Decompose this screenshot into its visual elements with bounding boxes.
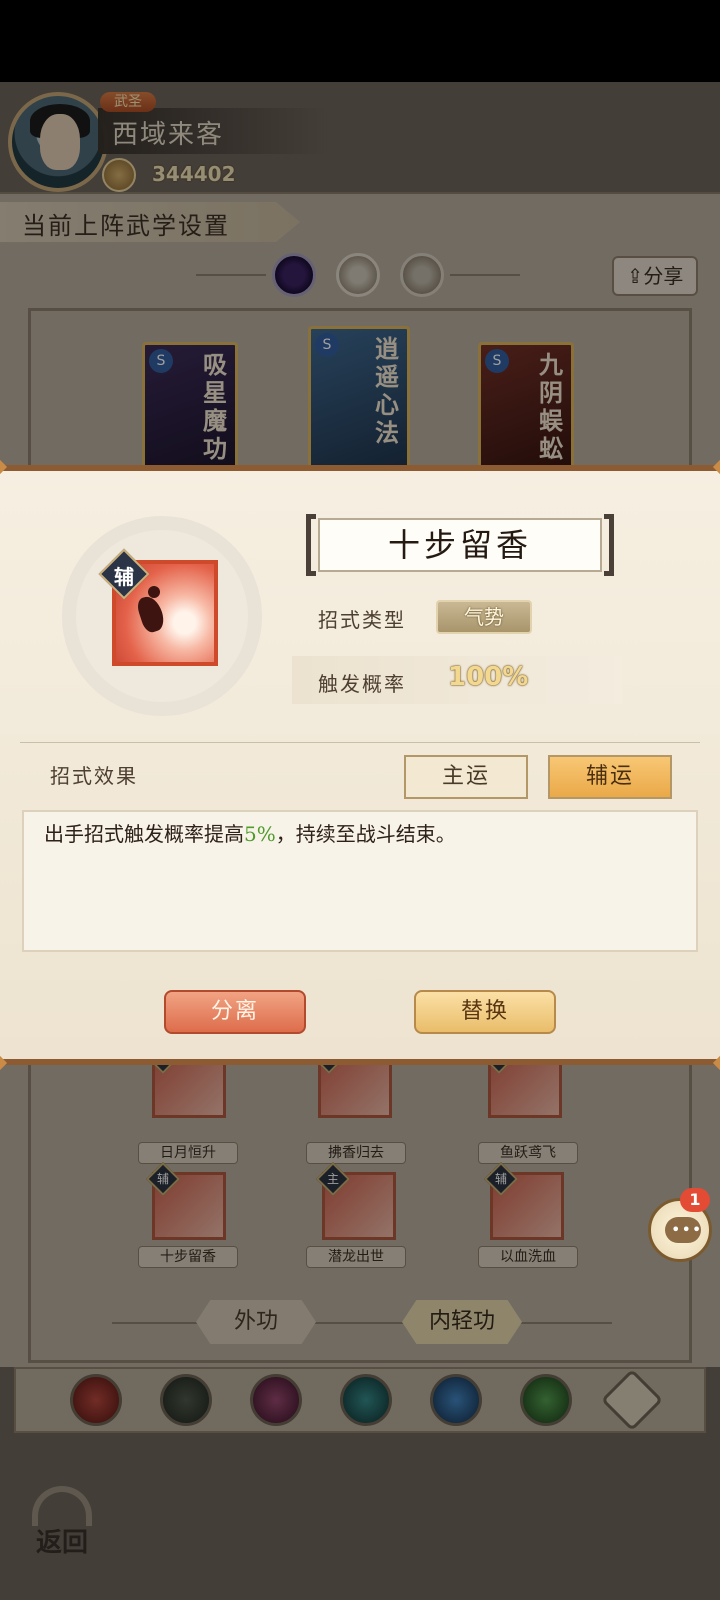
skill-name: 潜龙出世	[306, 1246, 406, 1268]
martial-card[interactable]: S 吸星魔功	[142, 342, 238, 470]
share-button[interactable]: ⇪分享	[612, 256, 698, 296]
player-name: 西域来客	[112, 120, 225, 150]
martial-card[interactable]: S 九阴蜈蚣	[478, 342, 574, 470]
skill-name-frame: 十步留香	[306, 514, 614, 576]
fan-icon[interactable]	[340, 1374, 392, 1426]
replace-button[interactable]: 替换	[414, 990, 556, 1034]
blade-icon[interactable]	[160, 1374, 212, 1426]
share-label: 分享	[643, 264, 684, 288]
skill-name: 十步留香	[318, 518, 602, 572]
power-value: 344402	[152, 162, 236, 186]
bracket-left	[306, 514, 316, 576]
type-label: 招式类型	[318, 608, 406, 632]
skill-name: 十步留香	[138, 1246, 238, 1268]
modal-divider	[20, 742, 700, 743]
card-name: 九阴蜈蚣	[539, 350, 563, 463]
skill-name: 拂香归去	[306, 1142, 406, 1164]
section-title: 当前上阵武学设置	[22, 212, 230, 240]
back-label: 返回	[36, 1528, 89, 1558]
card-name: 吸星魔功	[203, 350, 227, 463]
avatar-face	[40, 114, 80, 170]
skill-name: 日月恒升	[138, 1142, 238, 1164]
loadout-slot-2[interactable]	[336, 253, 380, 297]
staff-icon[interactable]	[520, 1374, 572, 1426]
chat-dots: •••	[671, 1220, 703, 1239]
effect-highlight: 5%	[244, 822, 276, 846]
martial-card[interactable]: S 逍遥心法	[308, 326, 410, 470]
skill-slot[interactable]: 辅	[484, 1162, 564, 1240]
effect-text: 出手招式触发概率提高5%，持续至战斗结束。	[44, 822, 456, 846]
back-button[interactable]: 返回	[32, 1486, 102, 1558]
card-grade-badge: S	[485, 349, 509, 373]
card-grade-badge: S	[149, 349, 173, 373]
skill-slot[interactable]: 主	[316, 1162, 396, 1240]
power-icon	[102, 158, 136, 192]
player-avatar[interactable]	[8, 92, 108, 192]
player-title-badge: 武圣	[100, 92, 156, 112]
set-line-right	[450, 274, 520, 276]
yinyang-icon[interactable]	[430, 1374, 482, 1426]
set-line-left	[196, 274, 266, 276]
prob-value: 100%	[448, 662, 529, 692]
tab-divider	[112, 1322, 612, 1324]
separate-button[interactable]: 分离	[164, 990, 306, 1034]
skill-name: 鱼跃鸢飞	[478, 1142, 578, 1164]
effect-label: 招式效果	[50, 764, 138, 788]
tab-neiqinggong[interactable]: 内轻功	[402, 1300, 522, 1344]
back-arrow-icon	[32, 1486, 92, 1526]
type-value-badge: 气势	[436, 600, 532, 634]
fist-icon[interactable]	[250, 1374, 302, 1426]
card-name: 逍遥心法	[375, 334, 399, 447]
bracket-right	[604, 514, 614, 576]
prob-label: 触发概率	[318, 672, 406, 696]
chat-unread-badge: 1	[680, 1188, 710, 1212]
sword-icon[interactable]	[70, 1374, 122, 1426]
aux-tag-label: 辅	[114, 565, 134, 589]
card-grade-badge: S	[315, 333, 339, 357]
tab-waigong[interactable]: 外功	[196, 1300, 316, 1344]
mode-aux-button[interactable]: 辅运	[548, 755, 672, 799]
loadout-slot-3[interactable]	[400, 253, 444, 297]
loadout-slot-1[interactable]	[272, 253, 316, 297]
skill-slot[interactable]: 辅	[146, 1162, 226, 1240]
skill-name: 以血洗血	[478, 1246, 578, 1268]
mode-main-button[interactable]: 主运	[404, 755, 528, 799]
share-icon: ⇪	[626, 264, 644, 288]
skill-figure-icon	[132, 586, 172, 636]
